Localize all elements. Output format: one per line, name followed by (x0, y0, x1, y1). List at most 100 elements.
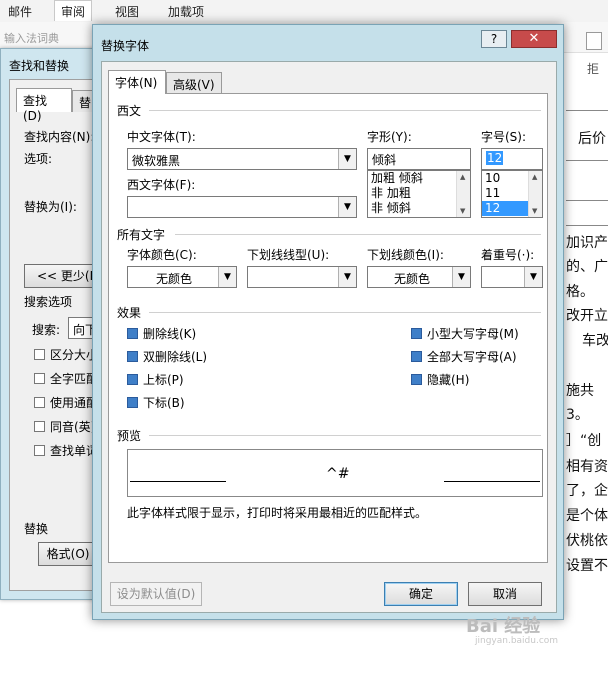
doc-text-line: 加识产 (566, 235, 608, 251)
hidden-label: 隐藏(H) (427, 373, 470, 387)
double-strikethrough-checkbox[interactable] (127, 351, 138, 362)
doc-text-line: 了，企 (566, 483, 608, 499)
ribbon-tab-addins[interactable]: 加载项 (168, 3, 204, 20)
doc-text-line: 是个体 (566, 508, 608, 524)
word-forms-label: 查找单词 (50, 444, 99, 458)
doc-text-line: 改开立 (566, 308, 608, 324)
font-size-list[interactable]: 10 11 12 ▲ ▼ (481, 170, 543, 218)
emphasis-mark-select[interactable]: ▼ (481, 266, 543, 288)
wildcards-checkbox[interactable] (34, 397, 45, 408)
western-font-label: 西文字体(F): (127, 178, 196, 192)
superscript-checkbox[interactable] (127, 374, 138, 385)
preview-note: 此字体样式限于显示，打印时将采用最相近的匹配样式。 (127, 506, 428, 520)
close-icon: ✕ (528, 31, 540, 46)
sounds-like-checkbox[interactable] (34, 421, 45, 432)
search-options-label: 搜索选项 (24, 295, 73, 309)
font-style-label: 字形(Y): (367, 130, 412, 144)
chevron-down-icon: ▼ (338, 197, 356, 217)
doc-text-line: 车改 (582, 333, 608, 349)
section-all-text: 所有文字 (117, 228, 166, 242)
arrow-up-icon: ▲ (532, 173, 538, 181)
chevron-down-icon: ▼ (338, 267, 356, 287)
arrow-down-icon: ▼ (460, 207, 466, 215)
section-western: 西文 (117, 104, 142, 118)
doc-rule (566, 225, 608, 226)
doc-text-line: 施共 (566, 383, 594, 399)
search-direction-label: 搜索: (32, 323, 61, 337)
set-default-button[interactable]: 设为默认值(D) (110, 582, 202, 606)
doc-text-line: 后价 (578, 131, 606, 147)
font-size-input[interactable]: 12 (481, 148, 543, 170)
section-divider (149, 312, 541, 313)
hidden-checkbox[interactable] (411, 374, 422, 385)
preview-baseline-left (130, 481, 226, 482)
ribbon-tab-view[interactable]: 视图 (115, 3, 139, 20)
font-color-select[interactable]: 无颜色 ▼ (127, 266, 237, 288)
underline-color-select[interactable]: 无颜色 ▼ (367, 266, 471, 288)
superscript-label: 上标(P) (143, 373, 184, 387)
ribbon-tab-bar: 邮件 审阅 视图 加载项 (0, 0, 608, 23)
replace-with-label: 替换为(I): (24, 200, 77, 214)
font-style-list[interactable]: 加粗 倾斜 非 加粗 非 倾斜 ▲ ▼ (367, 170, 471, 218)
underline-style-select[interactable]: ▼ (247, 266, 357, 288)
replace-section-label: 替换 (24, 522, 49, 536)
whole-word-checkbox[interactable] (34, 373, 45, 384)
emphasis-mark-label: 着重号(·): (481, 248, 535, 262)
replace-font-dialog: 替换字体 ? ✕ 字体(N) 高级(V) 西文 中文字体(T): 微软雅黑 ▼ 西… (92, 24, 564, 620)
section-divider (149, 110, 541, 111)
font-style-input[interactable]: 倾斜 (367, 148, 471, 170)
cancel-button[interactable]: 取消 (468, 582, 542, 606)
tab-find[interactable]: 查找(D) (16, 88, 72, 123)
sounds-like-label: 同音(英) (50, 420, 96, 434)
find-what-label: 查找内容(N): (24, 130, 95, 144)
doc-text-line: 3。 (566, 407, 589, 423)
subscript-checkbox[interactable] (127, 397, 138, 408)
help-icon: ? (490, 32, 498, 46)
chinese-font-select[interactable]: 微软雅黑 ▼ (127, 148, 357, 170)
ribbon-tab-review[interactable]: 审阅 (54, 0, 93, 21)
font-size-value: 12 (486, 151, 504, 165)
arrow-down-icon: ▼ (532, 207, 538, 215)
underline-style-label: 下划线线型(U): (247, 248, 330, 262)
doc-text-line: 伏桃依 (566, 533, 608, 549)
section-divider (175, 234, 541, 235)
preview-baseline-right (444, 481, 540, 482)
ok-button[interactable]: 确定 (384, 582, 458, 606)
arrow-up-icon: ▲ (460, 173, 466, 181)
tab-font[interactable]: 字体(N) (108, 70, 166, 94)
dialog-body: 字体(N) 高级(V) 西文 中文字体(T): 微软雅黑 ▼ 西文字体(F): ▼… (101, 61, 557, 613)
wildcards-label: 使用通配 (50, 396, 99, 410)
chevron-down-icon: ▼ (218, 267, 236, 287)
strikethrough-checkbox[interactable] (127, 328, 138, 339)
font-size-label: 字号(S): (481, 130, 527, 144)
ime-dictionary-button[interactable]: 输入法词典 (4, 30, 59, 46)
reject-tool[interactable]: 拒 (582, 30, 606, 76)
list-item[interactable]: 非 加粗 (368, 186, 470, 201)
section-divider (149, 435, 541, 436)
help-button[interactable]: ? (481, 30, 507, 48)
chinese-font-label: 中文字体(T): (127, 130, 196, 144)
word-forms-checkbox[interactable] (34, 445, 45, 456)
chevron-down-icon: ▼ (452, 267, 470, 287)
ribbon-tab-mail[interactable]: 邮件 (8, 3, 32, 20)
dialog-title: 替换字体 (101, 39, 150, 53)
list-item[interactable]: 非 倾斜 (368, 201, 470, 216)
close-button[interactable]: ✕ (511, 30, 557, 48)
match-case-label: 区分大小 (50, 348, 99, 362)
doc-rule (566, 110, 608, 111)
doc-rule (566, 200, 608, 201)
match-case-checkbox[interactable] (34, 349, 45, 360)
scrollbar[interactable]: ▲ ▼ (528, 171, 542, 217)
font-color-label: 字体颜色(C): (127, 248, 197, 262)
doc-text-line: 设置不 (566, 558, 608, 574)
small-caps-checkbox[interactable] (411, 328, 422, 339)
doc-text-line: 格。 (566, 284, 594, 300)
watermark-logo: Bai 经验 (466, 616, 541, 637)
western-font-select[interactable]: ▼ (127, 196, 357, 218)
all-caps-checkbox[interactable] (411, 351, 422, 362)
list-item[interactable]: 加粗 倾斜 (368, 171, 470, 186)
tab-advanced[interactable]: 高级(V) (166, 72, 222, 94)
scrollbar[interactable]: ▲ ▼ (456, 171, 470, 217)
watermark-url: jingyan.baidu.com (475, 636, 559, 646)
subscript-label: 下标(B) (143, 396, 185, 410)
